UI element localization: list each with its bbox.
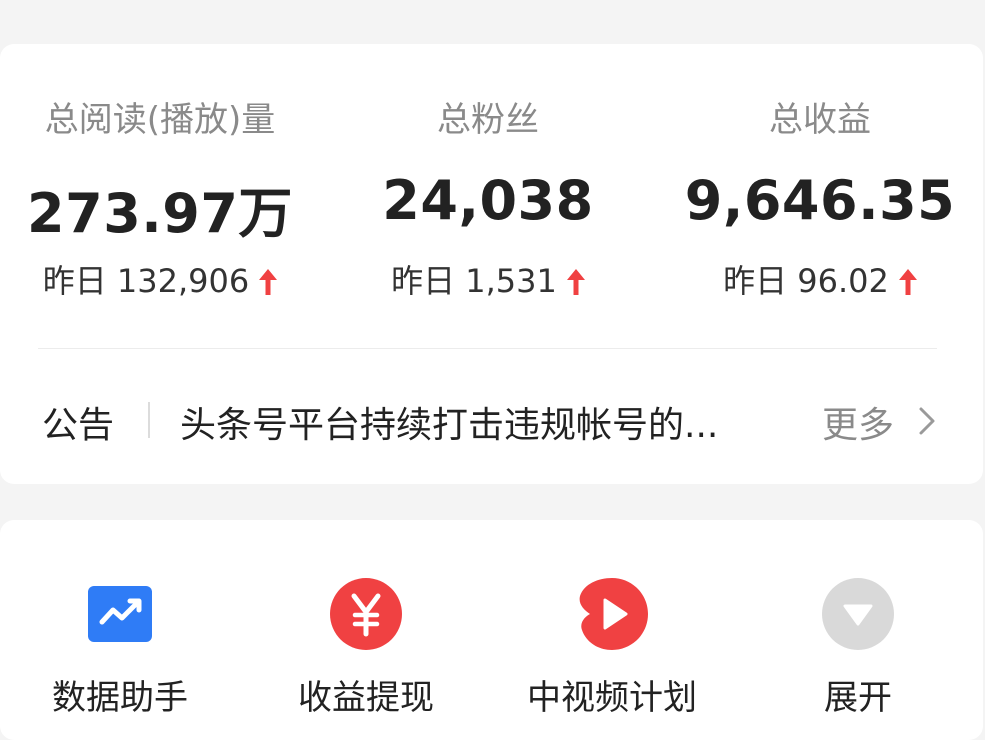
- stat-yesterday: 昨日 1,531: [338, 256, 638, 302]
- tool-label: 数据助手: [52, 678, 188, 718]
- stat-yesterday-text: 昨日 1,531: [391, 262, 557, 300]
- stat-yesterday: 昨日 96.02: [670, 256, 970, 302]
- tool-expand[interactable]: 展开: [738, 520, 978, 720]
- stat-yesterday: 昨日 132,906: [10, 256, 310, 302]
- stats-row: 总阅读(播放)量 273.97万 昨日 132,906 总粉丝 24,038 昨…: [0, 44, 983, 344]
- tool-mid-video-plan[interactable]: 中视频计划: [492, 520, 732, 720]
- tool-label: 中视频计划: [527, 678, 697, 718]
- notice-bar[interactable]: 公告 头条号平台持续打击违规帐号的... 更多: [0, 384, 983, 454]
- up-arrow-icon: [898, 269, 917, 295]
- tool-label: 收益提现: [298, 678, 434, 718]
- divider: [38, 348, 937, 349]
- stat-yesterday-text: 昨日 132,906: [42, 262, 250, 300]
- yuan-icon: [330, 578, 402, 650]
- tool-data-assistant[interactable]: 数据助手: [0, 520, 240, 720]
- stat-label: 总收益: [769, 100, 871, 140]
- chart-icon: [88, 586, 152, 642]
- tools-card: 数据助手 收益提现 中视频计划 展开: [0, 520, 983, 740]
- stat-value: 9,646.35: [684, 169, 956, 232]
- up-arrow-icon: [566, 269, 585, 295]
- stat-value: 273.97万: [27, 182, 293, 245]
- stat-label: 总粉丝: [437, 100, 539, 140]
- tool-label: 展开: [824, 678, 892, 718]
- up-arrow-icon: [259, 269, 278, 295]
- notice-text[interactable]: 头条号平台持续打击违规帐号的...: [180, 396, 780, 448]
- expand-icon: [822, 578, 894, 650]
- tool-income-withdraw[interactable]: 收益提现: [246, 520, 486, 720]
- stat-yesterday-text: 昨日 96.02: [723, 262, 889, 300]
- notice-more-link[interactable]: 更多: [822, 396, 894, 448]
- chevron-right-icon[interactable]: [916, 406, 938, 436]
- stat-value: 24,038: [382, 169, 594, 232]
- stats-card: 总阅读(播放)量 273.97万 昨日 132,906 总粉丝 24,038 昨…: [0, 44, 983, 484]
- play-icon: [579, 578, 648, 650]
- notice-label: 公告: [42, 405, 115, 446]
- notice-separator: [148, 402, 150, 438]
- stat-label: 总阅读(播放)量: [44, 100, 276, 140]
